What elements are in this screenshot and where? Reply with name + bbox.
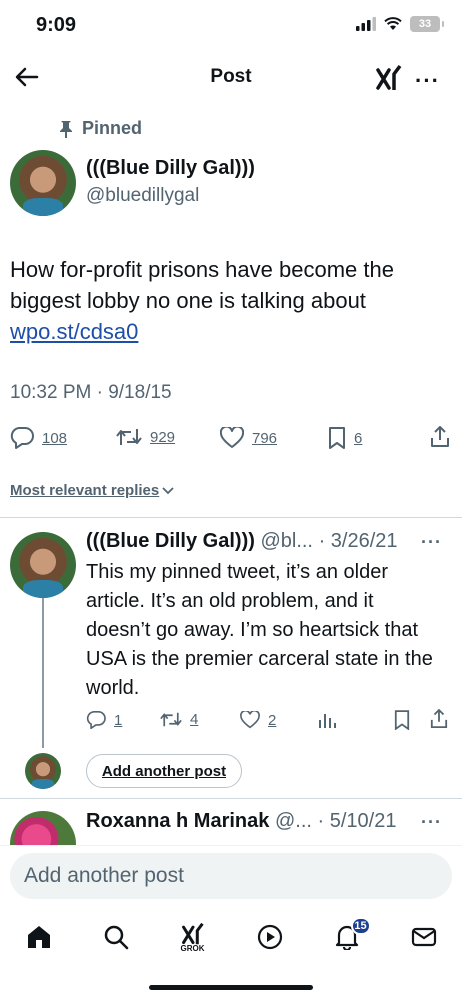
reply-like-count: 2 xyxy=(268,711,277,729)
tab-search[interactable] xyxy=(96,915,136,959)
reply2-date: · 5/10/21 xyxy=(317,810,397,832)
pin-icon xyxy=(60,120,72,138)
share-icon xyxy=(430,709,448,728)
wifi-icon xyxy=(384,17,402,30)
current-user-avatar[interactable] xyxy=(25,753,61,789)
heart-icon xyxy=(220,427,244,448)
bookmark-icon xyxy=(394,710,410,730)
post-text: How for-profit prisons have become the b… xyxy=(10,254,450,347)
reply2-header: Roxanna h Marinak @... · 5/10/21 xyxy=(86,810,396,833)
share-icon xyxy=(431,426,449,447)
bookmark-count: 6 xyxy=(354,429,363,447)
reply2-author-handle[interactable]: @... xyxy=(275,810,312,832)
home-icon xyxy=(27,926,50,948)
reply-header: (((Blue Dilly Gal))) @bl... · 3/26/21 xyxy=(86,530,398,553)
reply-bookmark-action[interactable] xyxy=(394,710,410,730)
pinned-label: Pinned xyxy=(82,118,143,138)
mail-icon xyxy=(411,927,436,947)
like-count: 796 xyxy=(252,429,278,447)
reply-date: · 3/26/21 xyxy=(318,530,398,552)
heart-icon xyxy=(240,711,260,729)
grok-button[interactable] xyxy=(376,64,402,92)
tab-home[interactable] xyxy=(19,915,59,959)
reply-like-action[interactable]: 2 xyxy=(240,711,276,729)
tab-grok[interactable]: GROK xyxy=(173,915,213,959)
like-action[interactable]: 796 xyxy=(220,427,277,449)
status-icons: 33 xyxy=(356,16,444,32)
play-icon xyxy=(257,924,282,950)
search-icon xyxy=(104,925,128,950)
status-time: 9:09 xyxy=(36,14,77,36)
post-timestamp: 10:32 PM · 9/18/15 xyxy=(10,382,172,403)
reply-reply-action[interactable]: 1 xyxy=(86,711,122,729)
share-action[interactable] xyxy=(430,426,450,448)
reply2-author-name[interactable]: Roxanna h Marinak xyxy=(86,810,269,832)
reply-icon xyxy=(86,711,106,729)
repost-count: 929 xyxy=(150,428,176,446)
chevron-down-icon xyxy=(162,486,174,494)
tab-bar: GROK 15 xyxy=(0,912,462,962)
reply-repost-count: 4 xyxy=(190,711,199,728)
tab-messages[interactable] xyxy=(404,915,444,959)
reply-more-button[interactable]: ··· xyxy=(421,532,442,553)
grok-tab-label: GROK xyxy=(180,943,205,953)
signal-icon xyxy=(356,17,376,31)
reply-icon xyxy=(10,427,34,449)
author-handle[interactable]: @bluedillygal xyxy=(86,185,199,207)
avatar[interactable] xyxy=(10,150,76,216)
post-link[interactable]: wpo.st/cdsa0 xyxy=(10,319,138,344)
pinned-indicator: Pinned xyxy=(58,118,142,139)
compose-input[interactable]: Add another post xyxy=(10,853,452,899)
repost-icon xyxy=(116,429,142,445)
repost-action[interactable]: 929 xyxy=(116,427,175,447)
thread-line xyxy=(42,598,44,748)
reply-repost-action[interactable]: 4 xyxy=(160,711,198,728)
bookmark-action[interactable]: 6 xyxy=(328,427,362,449)
grok-icon xyxy=(376,64,402,90)
reply-reply-count: 1 xyxy=(114,711,123,729)
reply-author-handle[interactable]: @bl... xyxy=(260,530,313,552)
tab-video[interactable] xyxy=(250,915,290,959)
reply-views-action[interactable] xyxy=(318,711,336,729)
more-options-button[interactable]: ··· xyxy=(415,68,440,94)
reply-count: 108 xyxy=(42,429,68,447)
bookmark-icon xyxy=(329,427,345,449)
home-indicator xyxy=(149,985,313,990)
reply-share-action[interactable] xyxy=(430,709,448,729)
reply-action[interactable]: 108 xyxy=(10,427,67,449)
divider xyxy=(0,517,462,518)
analytics-icon xyxy=(319,714,336,728)
reply-avatar[interactable] xyxy=(10,532,76,598)
battery-icon: 33 xyxy=(410,16,444,32)
reply-text: This my pinned tweet, it’s an older arti… xyxy=(86,561,433,699)
reply-author-name[interactable]: (((Blue Dilly Gal))) xyxy=(86,530,255,552)
grok-icon xyxy=(181,922,204,944)
author-name[interactable]: (((Blue Dilly Gal))) xyxy=(86,157,255,180)
notifications-badge: 15 xyxy=(350,917,371,935)
post-body: How for-profit prisons have become the b… xyxy=(10,257,394,313)
repost-icon xyxy=(160,712,182,727)
battery-level: 33 xyxy=(418,18,432,30)
replies-sort-dropdown[interactable]: Most relevant replies xyxy=(10,482,174,499)
reply2-more-button[interactable]: ··· xyxy=(421,812,442,833)
tab-notifications[interactable]: 15 xyxy=(327,915,371,959)
add-another-post-button[interactable]: Add another post xyxy=(86,754,242,788)
divider xyxy=(0,798,462,799)
replies-sort-label: Most relevant replies xyxy=(10,482,160,499)
